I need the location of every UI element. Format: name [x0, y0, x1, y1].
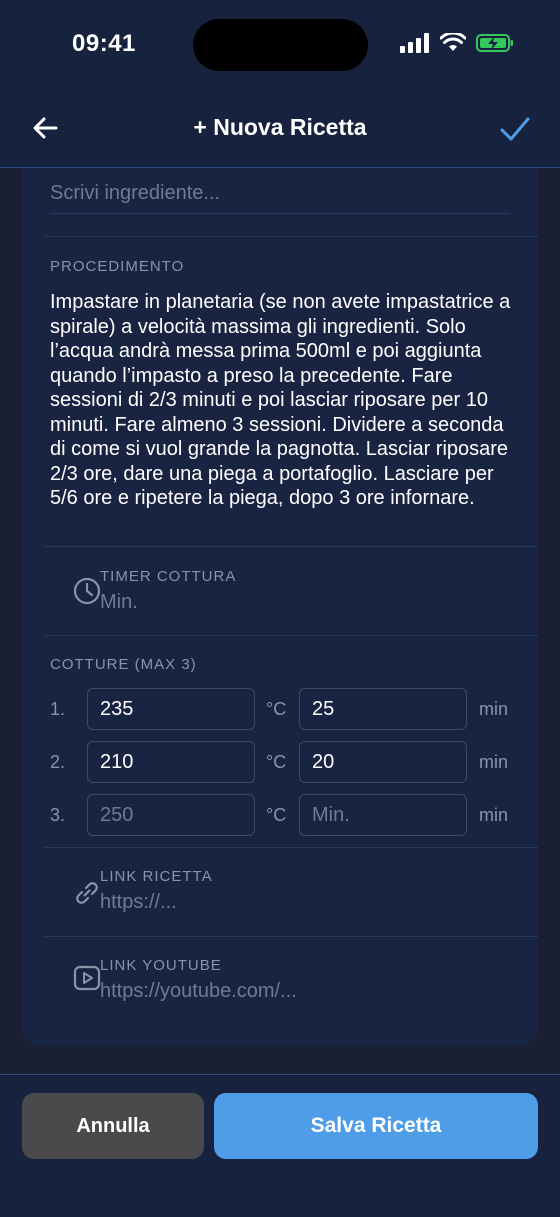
- cottura-time-input[interactable]: [299, 741, 467, 783]
- cottura-temp-input[interactable]: [87, 688, 255, 730]
- link-youtube-input[interactable]: [100, 977, 500, 1005]
- time-unit: min: [479, 699, 509, 719]
- checkmark-icon: [500, 117, 530, 141]
- cottura-row-1: 1. °C min: [50, 688, 520, 730]
- cottura-temp-input[interactable]: [87, 794, 255, 836]
- dynamic-island: [193, 19, 368, 71]
- temp-unit: °C: [266, 805, 287, 825]
- time-unit: min: [479, 752, 509, 772]
- link-recipe-label: LINK RICETTA: [100, 868, 213, 885]
- nav-bar: + Nuova Ricetta: [0, 90, 560, 168]
- wifi-icon: [440, 33, 466, 51]
- page-title: + Nuova Ricetta: [193, 114, 367, 140]
- link-recipe-input[interactable]: [100, 888, 500, 916]
- procedure-textarea[interactable]: Impastare in planetaria (se non avete im…: [50, 290, 520, 511]
- cottura-number: 1.: [50, 699, 66, 719]
- link-icon: [76, 882, 98, 904]
- cottura-temp-input[interactable]: [87, 741, 255, 783]
- link-youtube-label: LINK YOUTUBE: [100, 957, 222, 974]
- battery-charging-icon: [476, 34, 513, 52]
- cottura-number: 2.: [50, 752, 66, 772]
- divider: [44, 847, 538, 848]
- ingredient-input[interactable]: [50, 174, 510, 214]
- signal-icon: [400, 33, 429, 53]
- confirm-button[interactable]: [498, 112, 532, 146]
- clock-icon: [73, 577, 101, 605]
- play-video-icon: [73, 965, 101, 991]
- divider: [44, 546, 538, 547]
- cottura-time-input[interactable]: [299, 688, 467, 730]
- temp-unit: °C: [266, 699, 287, 719]
- bottom-action-bar: Annulla Salva Ricetta: [0, 1074, 560, 1217]
- temp-unit: °C: [266, 752, 287, 772]
- cottura-number: 3.: [50, 805, 66, 825]
- timer-label: TIMER COTTURA: [100, 568, 237, 585]
- time-unit: min: [479, 805, 509, 825]
- cancel-button[interactable]: Annulla: [22, 1093, 204, 1159]
- cottura-time-input[interactable]: [299, 794, 467, 836]
- cottura-row-3: 3. °C min: [50, 794, 520, 836]
- save-recipe-button[interactable]: Salva Ricetta: [214, 1093, 538, 1159]
- cotture-label: COTTURE (MAX 3): [50, 656, 197, 673]
- timer-input[interactable]: [100, 588, 500, 616]
- divider: [44, 635, 538, 636]
- status-bar: 09:41: [0, 0, 560, 90]
- cottura-row-2: 2. °C min: [50, 741, 520, 783]
- new-recipe-screen: 09:41 + Nuova Ricetta Scrivi ingrediente…: [0, 0, 560, 1217]
- status-icons: [400, 33, 514, 53]
- divider: [44, 936, 538, 937]
- divider: [44, 236, 538, 237]
- status-time: 09:41: [72, 30, 136, 57]
- recipe-form-card: PROCEDIMENTO Impastare in planetaria (se…: [22, 168, 538, 1046]
- procedure-label: PROCEDIMENTO: [50, 258, 185, 275]
